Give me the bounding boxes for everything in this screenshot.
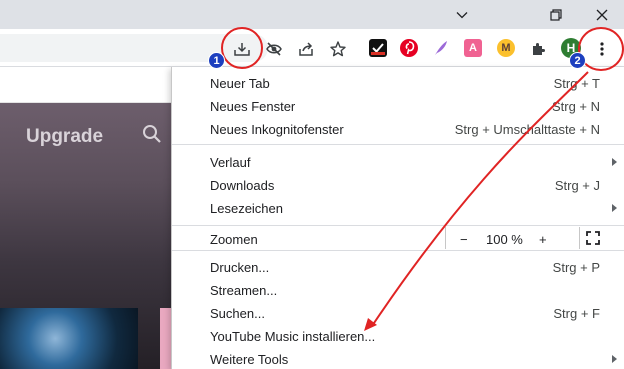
share-button[interactable] [296, 39, 316, 59]
menu-item-find[interactable]: Suchen... Strg + F [172, 302, 624, 325]
fullscreen-icon [586, 231, 600, 245]
menu-item-shortcut: Strg + P [552, 260, 600, 275]
menu-item-label: Drucken... [210, 260, 270, 275]
menu-item-label: Neues Fenster [210, 99, 296, 114]
menu-item-new-window[interactable]: Neues Fenster Strg + N [172, 95, 624, 118]
menu-item-more-tools[interactable]: Weitere Tools [172, 348, 624, 369]
minimize-button[interactable] [442, 0, 482, 29]
menu-item-print[interactable]: Drucken... Strg + P [172, 256, 624, 279]
search-icon [143, 125, 161, 143]
puzzle-extensions-icon [533, 43, 545, 55]
menu-item-history[interactable]: Verlauf [172, 151, 624, 174]
chrome-main-menu: Neuer Tab Strg + T Neues Fenster Strg + … [171, 67, 624, 369]
menu-item-install-youtube-music[interactable]: YouTube Music installieren... [172, 325, 624, 348]
extensions-button[interactable] [528, 39, 548, 59]
bookmark-star-button[interactable] [328, 39, 348, 59]
zoom-in-button[interactable]: + [539, 232, 547, 247]
extension-feather[interactable] [432, 39, 450, 57]
menu-separator [172, 225, 624, 226]
menu-item-label: Lesezeichen [210, 201, 283, 216]
menu-item-shortcut: Strg + T [553, 76, 600, 91]
menu-item-label: Streamen... [210, 283, 278, 298]
menu-item-label: Downloads [210, 178, 275, 193]
menu-zoom-row: Zoomen − 100 % + [172, 227, 624, 249]
zoom-out-button[interactable]: − [460, 232, 468, 247]
zoom-control: − 100 % + [445, 227, 580, 249]
zoom-level: 100 % [486, 232, 523, 247]
menu-item-shortcut: Strg + F [553, 306, 600, 321]
submenu-arrow-icon [612, 204, 617, 212]
upgrade-link[interactable]: Upgrade [26, 126, 103, 148]
star-icon [330, 41, 346, 57]
menu-item-new-tab[interactable]: Neuer Tab Strg + T [172, 72, 624, 95]
checkmark-icon [371, 43, 385, 55]
menu-item-shortcut: Strg + J [554, 178, 600, 193]
eye-off-icon [266, 42, 282, 56]
extension-m[interactable]: M [497, 39, 515, 57]
extension-a-label: A [469, 42, 477, 54]
search-button[interactable] [142, 124, 162, 149]
extension-checkmark[interactable] [369, 39, 387, 57]
submenu-arrow-icon [612, 158, 617, 166]
browser-toolbar: A M H [0, 29, 624, 67]
menu-separator [172, 144, 624, 145]
incognito-eye-button[interactable] [264, 39, 284, 59]
restore-icon [550, 8, 562, 21]
share-icon [299, 42, 313, 56]
menu-item-label: Neuer Tab [210, 76, 270, 91]
extension-a[interactable]: A [464, 39, 482, 57]
submenu-arrow-icon [612, 355, 617, 363]
menu-item-label: Verlauf [210, 155, 251, 170]
pinterest-icon [405, 41, 415, 55]
close-icon [596, 9, 608, 20]
menu-item-cast[interactable]: Streamen... [172, 279, 624, 302]
menu-item-shortcut: Strg + Umschalttaste + N [454, 122, 600, 137]
menu-item-new-incognito-window[interactable]: Neues Inkognitofenster Strg + Umschaltta… [172, 118, 624, 141]
menu-separator [172, 250, 624, 251]
menu-item-label: Weitere Tools [210, 352, 289, 367]
annotation-badge-1: 1 [208, 52, 225, 69]
chevron-down-icon [456, 11, 468, 18]
annotation-circle-download [221, 27, 263, 69]
extension-pinterest[interactable] [400, 39, 418, 57]
menu-item-label: YouTube Music installieren... [210, 329, 376, 344]
zoom-label: Zoomen [210, 232, 258, 247]
fullscreen-button[interactable] [586, 231, 600, 250]
menu-item-downloads[interactable]: Downloads Strg + J [172, 174, 624, 197]
menu-item-bookmarks[interactable]: Lesezeichen [172, 197, 624, 220]
menu-item-shortcut: Strg + N [551, 99, 600, 114]
title-bar [0, 0, 624, 29]
menu-item-label: Suchen... [210, 306, 265, 321]
feather-icon [435, 41, 447, 55]
menu-item-label: Neues Inkognitofenster [210, 122, 344, 137]
album-thumbnail[interactable] [0, 308, 138, 369]
annotation-badge-2: 2 [569, 52, 586, 69]
restore-button[interactable] [536, 0, 576, 29]
extension-m-label: M [501, 42, 511, 54]
close-window-button[interactable] [582, 0, 622, 29]
